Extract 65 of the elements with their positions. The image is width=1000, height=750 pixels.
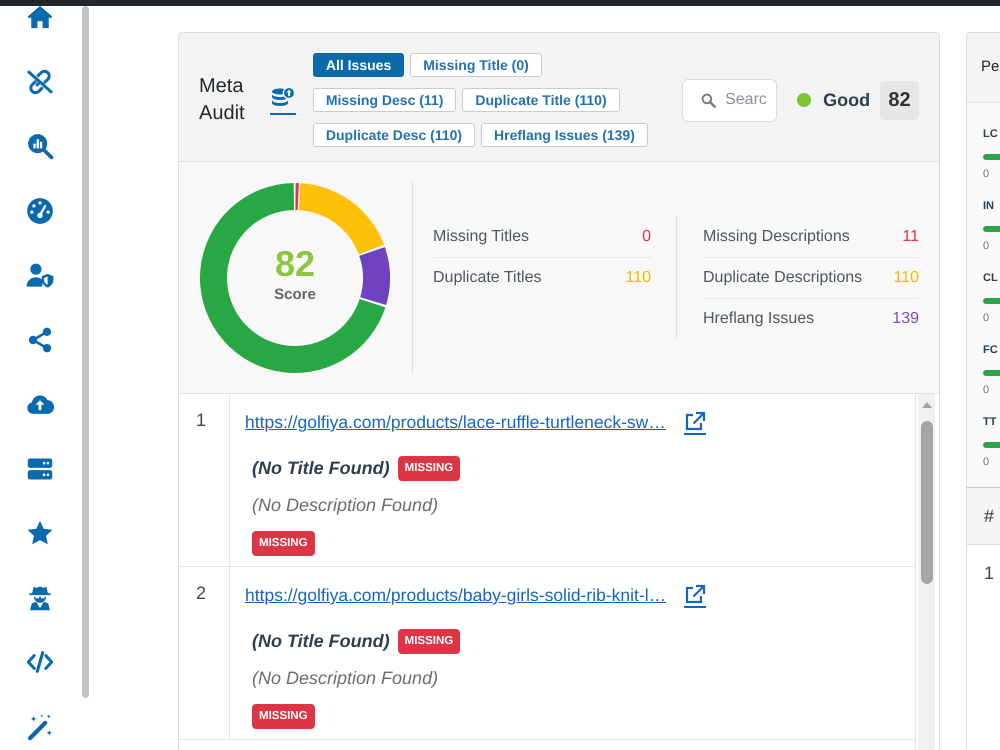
filter-button[interactable]: Hreflang Issues (139) [481, 123, 648, 147]
external-link-icon [684, 584, 706, 604]
status-label: Good [823, 88, 870, 112]
external-link-icon [684, 410, 706, 430]
stat-value: 139 [892, 309, 919, 329]
stat-label: Hreflang Issues [703, 309, 814, 329]
search-field[interactable]: Searc [682, 78, 778, 122]
code-icon[interactable] [26, 648, 54, 676]
share-icon[interactable] [26, 326, 54, 354]
score-value: 82 [274, 244, 316, 284]
star-icon[interactable] [26, 519, 54, 547]
metric-label: TT [983, 415, 998, 429]
metric-value: 0 [983, 312, 990, 324]
external-link[interactable] [684, 584, 706, 608]
stat-value: 11 [902, 226, 919, 246]
user-shield-icon[interactable] [26, 261, 54, 289]
scrollbar-thumb[interactable] [82, 6, 89, 698]
page-description: (No Description Found) [252, 668, 438, 688]
external-link[interactable] [684, 410, 706, 434]
filter-button[interactable]: Duplicate Title (110) [462, 88, 620, 112]
status-dot-icon [797, 93, 812, 107]
stat-label: Missing Titles [433, 226, 530, 246]
database-upload-link[interactable] [270, 86, 296, 114]
metric-label: LC [983, 127, 999, 141]
home-icon[interactable] [26, 6, 54, 31]
stat-label: Duplicate Titles [433, 268, 542, 288]
magic-wand-icon[interactable] [26, 712, 54, 740]
metric-label: IN [983, 199, 995, 213]
metric-value: 0 [983, 456, 990, 468]
column-header: # [984, 504, 994, 528]
filter-button[interactable]: Missing Desc (11) [312, 88, 456, 112]
search-icon [701, 92, 716, 108]
status-badge: MISSING [252, 531, 315, 556]
page-title: (No Title Found) [252, 457, 390, 480]
stat-value: 0 [642, 226, 651, 246]
stat-value: 110 [893, 268, 919, 288]
status-badge: MISSING [252, 704, 315, 729]
gauge-icon[interactable] [26, 196, 54, 224]
scrollbar-thumb[interactable] [920, 421, 932, 584]
metric-label: FC [983, 343, 999, 357]
page-title: (No Title Found) [252, 630, 390, 653]
status-badge: MISSING [398, 456, 460, 481]
filter-button[interactable]: Missing Title (0) [410, 53, 542, 77]
metric-value: 0 [983, 240, 990, 252]
filter-button[interactable]: All Issues [312, 53, 404, 77]
row-number: 2 [196, 583, 206, 603]
stat-value: 110 [625, 268, 651, 288]
url-link[interactable]: https://golfiya.com/products/lace-ruffle-turtleneck-sw… [245, 410, 666, 435]
page-description: (No Description Found) [252, 495, 438, 515]
link-slash-icon[interactable] [26, 68, 54, 96]
stat-label: Missing Descriptions [703, 226, 850, 246]
card-title: Meta Audit [199, 74, 246, 126]
stat-label: Duplicate Descriptions [703, 268, 862, 288]
status-badge: MISSING [398, 629, 460, 654]
metric-value: 0 [983, 168, 990, 180]
table-cell-text: 1 [984, 562, 994, 585]
score-badge: 82 [880, 80, 919, 120]
url-link[interactable]: https://golfiya.com/products/baby-girls-solid-rib-knit-l… [245, 583, 666, 608]
metric-value: 0 [983, 384, 990, 396]
metric-label: CL [983, 271, 999, 285]
chart-search-icon[interactable] [26, 132, 54, 160]
card-title: Pe [981, 57, 1000, 78]
row-number: 1 [196, 410, 206, 430]
score-label: Score [274, 286, 316, 304]
filter-button[interactable]: Duplicate Desc (110) [312, 123, 476, 147]
